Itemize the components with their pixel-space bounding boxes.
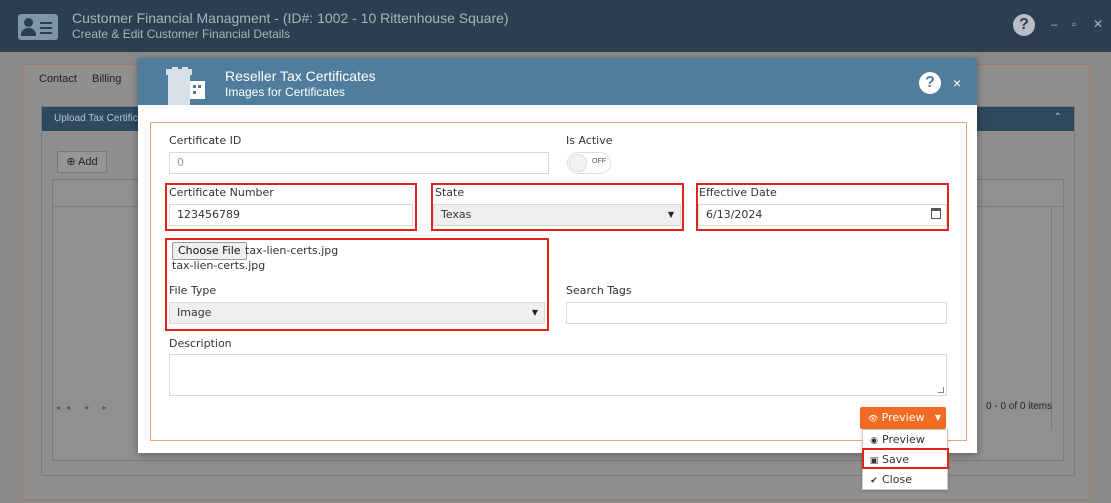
app-header: Customer Financial Managment - (ID#: 100… (0, 0, 1111, 52)
dialog-title: Reseller Tax Certificates (225, 68, 376, 84)
description-label: Description (169, 337, 232, 350)
resize-handle-icon[interactable] (938, 387, 944, 393)
tab-contact[interactable]: Contact (39, 73, 77, 85)
certificate-files-icon (166, 67, 205, 105)
app-subtitle: Create & Edit Customer Financial Details (72, 27, 291, 41)
close-icon[interactable]: ✕ (1093, 17, 1103, 31)
dropdown-item-close[interactable]: ✔ Close (863, 470, 947, 490)
highlight-save (862, 448, 949, 469)
caret-down-icon: ▼ (667, 210, 674, 219)
reseller-tax-certificates-dialog: Reseller Tax Certificates Images for Cer… (138, 58, 977, 453)
certificate-number-label: Certificate Number (169, 186, 274, 199)
choose-file-button[interactable]: Choose File (172, 242, 247, 260)
app-title: Customer Financial Managment - (ID#: 100… (72, 10, 509, 26)
tab-billing[interactable]: Billing (92, 73, 121, 85)
pager-nav[interactable]: ◂◂ ◂ ▸ (56, 403, 113, 412)
preview-button[interactable]: 👁 Preview (860, 407, 930, 429)
uploaded-file-name: tax-lien-certs.jpg (172, 259, 266, 272)
add-button[interactable]: ⊕ Add (57, 151, 107, 173)
state-select[interactable]: Texas ▼ (433, 204, 681, 226)
certificate-id-label: Certificate ID (169, 134, 242, 147)
dropdown-item-label: Preview (882, 433, 925, 446)
state-select-value: Texas (441, 208, 472, 221)
file-type-select[interactable]: Image ▼ (169, 302, 545, 324)
certificate-number-input[interactable]: 123456789 (169, 204, 413, 226)
search-tags-input[interactable] (566, 302, 947, 324)
dropdown-item-label: Close (882, 473, 912, 486)
description-textarea[interactable] (169, 354, 947, 396)
help-icon[interactable]: ? (1013, 14, 1035, 36)
grid-scrollbar[interactable] (1051, 208, 1063, 430)
tab-bar: Contact Billing (39, 73, 133, 85)
caret-down-icon: ▼ (531, 308, 538, 317)
file-type-label: File Type (169, 284, 217, 297)
check-circle-icon: ✔ (870, 476, 878, 486)
is-active-label: Is Active (566, 134, 613, 147)
pager-info: 0 - 0 of 0 items (986, 401, 1053, 412)
effective-date-input[interactable]: 6/13/2024 (698, 204, 947, 226)
contact-card-icon (18, 14, 58, 40)
eye-icon: 👁 (868, 414, 879, 423)
file-type-select-value: Image (177, 306, 212, 319)
minimize-icon[interactable]: – (1051, 17, 1058, 31)
preview-button-label: Preview (881, 411, 925, 424)
help-icon[interactable]: ? (919, 72, 941, 94)
dialog-header: Reseller Tax Certificates Images for Cer… (138, 58, 977, 105)
add-button-label: Add (78, 156, 98, 168)
is-active-toggle[interactable]: OFF (567, 152, 611, 174)
calendar-icon[interactable] (931, 208, 941, 219)
close-icon[interactable]: × (953, 75, 961, 91)
effective-date-value: 6/13/2024 (706, 208, 763, 221)
state-label: State (435, 186, 465, 199)
maximize-icon[interactable]: ▫ (1072, 17, 1076, 31)
dialog-subtitle: Images for Certificates (225, 85, 346, 99)
plus-circle-icon: ⊕ (66, 156, 76, 168)
chevron-up-icon[interactable]: ⌃ (1054, 112, 1062, 123)
toggle-state-text: OFF (592, 158, 606, 165)
preview-split-button: 👁 Preview ▼ (860, 407, 946, 429)
search-tags-label: Search Tags (566, 284, 632, 297)
selected-file-name: tax-lien-certs.jpg (245, 244, 339, 257)
effective-date-label: Effective Date (699, 186, 777, 199)
certificate-id-field: 0 (169, 152, 549, 174)
upload-panel-title: Upload Tax Certific (54, 113, 138, 124)
dropdown-item-preview[interactable]: ◉ Preview (863, 430, 947, 450)
caret-down-icon[interactable]: ▼ (930, 407, 946, 429)
